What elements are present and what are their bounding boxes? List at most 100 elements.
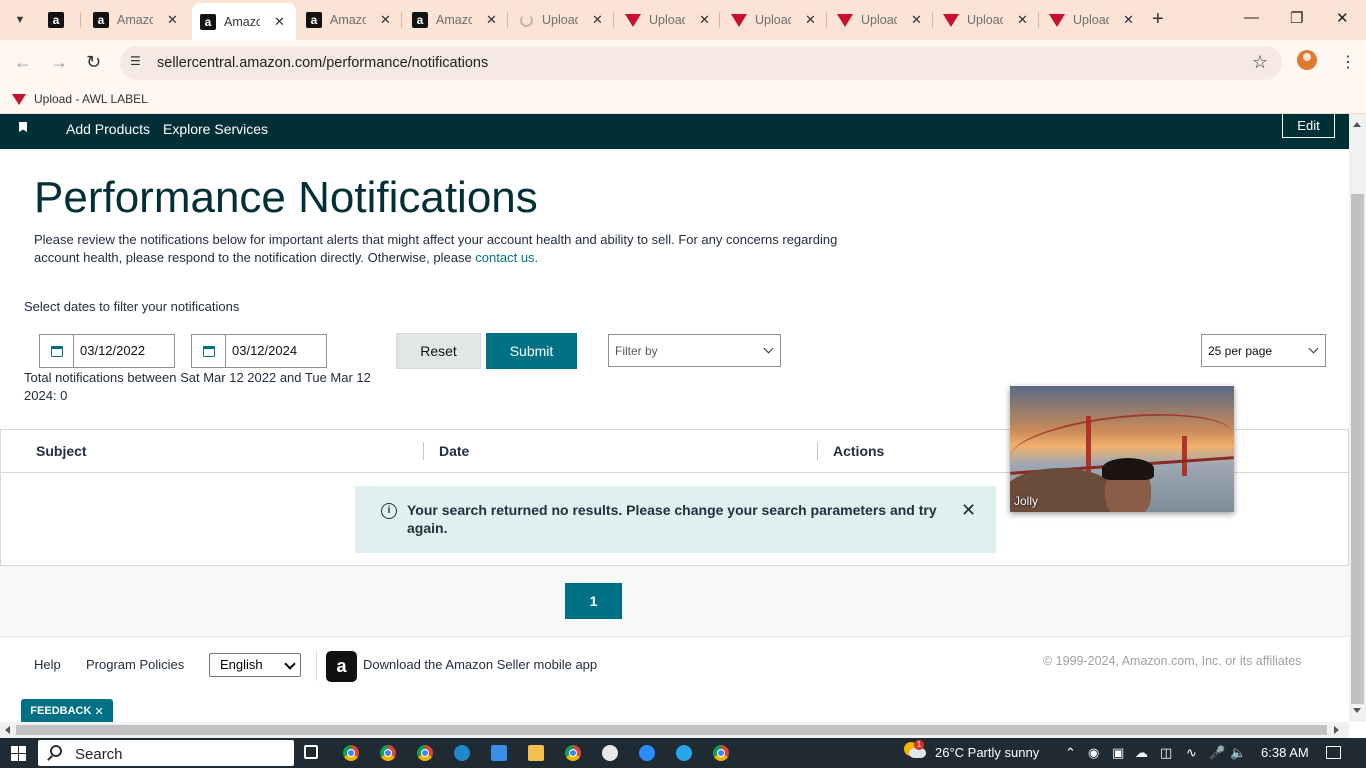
column-date[interactable]: Date [439,443,469,459]
end-date-field[interactable]: 03/12/2024 [191,334,327,368]
start-date-value[interactable]: 03/12/2022 [74,335,145,367]
bookmark-star-icon[interactable]: ☆ [1252,52,1268,73]
restore-icon[interactable]: ❐ [1290,9,1303,27]
back-arrow-icon[interactable]: ← [14,52,32,73]
reset-button[interactable]: Reset [396,333,481,369]
chrome-icon[interactable] [333,738,369,768]
forward-arrow-icon[interactable]: → [50,52,68,73]
url-omnibox[interactable]: ☰ sellercentral.amazon.com/performance/n… [120,46,1282,80]
wifi-icon[interactable]: ∿ [1186,745,1197,761]
new-tab-plus-icon[interactable]: + [1152,8,1164,31]
amazon-app-icon[interactable]: a [326,651,357,682]
chrome-icon[interactable] [417,745,433,761]
store-icon[interactable] [491,745,507,761]
nav-explore-services[interactable]: Explore Services [163,121,268,137]
meet-now-icon[interactable]: ▣ [1112,745,1124,761]
scroll-right-arrow-icon[interactable] [1334,726,1339,734]
start-date-field[interactable]: 03/12/2022 [39,334,175,368]
scrollbar-thumb[interactable] [16,725,1327,735]
download-app-link[interactable]: Download the Amazon Seller mobile app [363,657,597,672]
tray-app-icon[interactable]: ◫ [1160,745,1172,761]
slack-icon[interactable] [602,745,618,761]
onedrive-cloud-icon[interactable]: ☁ [1135,745,1148,761]
tab-1[interactable]: a Amazon ✕ [85,6,178,34]
tab-7[interactable]: Upload ✕ [723,6,816,34]
close-tab-icon[interactable]: ✕ [699,12,710,28]
filter-by-dropdown[interactable]: Filter by [608,334,781,367]
close-tab-icon[interactable]: ✕ [911,12,922,28]
intro-body: Please review the notifications below fo… [34,232,838,265]
nav-add-products[interactable]: Add Products [66,121,150,137]
microphone-icon[interactable]: 🎤 [1209,745,1225,761]
feedback-button[interactable]: FEEDBACK ✕ [21,699,113,723]
reload-icon[interactable]: ↻ [86,52,101,73]
footer-help-link[interactable]: Help [34,657,61,672]
dismiss-alert-close-icon[interactable]: ✕ [961,500,976,521]
scroll-left-arrow-icon[interactable] [5,726,10,734]
edit-nav-button[interactable]: Edit [1282,114,1335,138]
close-feedback-icon[interactable]: ✕ [94,705,103,718]
weather-icon[interactable]: 1 [904,740,926,762]
submit-button[interactable]: Submit [486,333,577,369]
tab-search-chevron-icon[interactable]: ▼ [8,8,32,32]
close-tab-icon[interactable]: ✕ [1123,12,1134,28]
taskbar-search-box[interactable]: Search [38,740,294,766]
bookmark-upload-awl-label[interactable]: Upload - AWL LABEL [12,92,148,106]
record-icon[interactable]: ◉ [1088,745,1099,761]
tab-6[interactable]: Upload ✕ [617,6,710,34]
tab-0[interactable]: a [40,6,64,34]
volume-icon[interactable]: 🔈 [1230,745,1246,761]
tab-8[interactable]: Upload ✕ [829,6,922,34]
tab-2-active[interactable]: a Amazon ✕ [192,3,296,40]
windows-start-icon[interactable] [11,746,26,761]
close-tab-icon[interactable]: ✕ [167,12,178,28]
bookmark-nav-icon[interactable] [19,122,27,132]
close-window-icon[interactable]: ✕ [1336,9,1349,27]
footer-program-policies-link[interactable]: Program Policies [86,657,184,672]
close-tab-icon[interactable]: ✕ [592,12,603,28]
show-hidden-icons-chevron-icon[interactable]: ⌃ [1065,745,1076,761]
file-explorer-icon[interactable] [528,745,544,761]
weather-text[interactable]: 26°C Partly sunny [935,745,1039,760]
video-call-overlay[interactable]: Jolly [1010,386,1234,512]
column-subject[interactable]: Subject [36,443,87,459]
site-settings-icon[interactable]: ☰ [130,54,146,70]
browser-menu-icon[interactable]: ⋮ [1340,52,1356,72]
chrome-icon[interactable] [380,745,396,761]
calendar-icon[interactable] [192,335,226,367]
zoom-icon[interactable] [639,745,655,761]
tab-5[interactable]: Upload ✕ [510,6,603,34]
vertical-scrollbar[interactable] [1349,114,1366,722]
notifications-icon[interactable] [1326,746,1341,759]
calendar-icon[interactable] [40,335,74,367]
url-text[interactable]: sellercentral.amazon.com/performance/not… [157,55,488,71]
tab-10[interactable]: Upload ✕ [1041,6,1134,34]
clock-time[interactable]: 6:38 AM [1261,745,1309,760]
chrome-icon[interactable] [565,745,581,761]
horizontal-scrollbar[interactable] [0,722,1349,738]
profile-avatar-icon[interactable] [1297,50,1317,70]
scrollbar-thumb[interactable] [1351,194,1364,704]
chrome-icon[interactable] [713,745,729,761]
telegram-icon[interactable] [676,745,692,761]
task-view-icon[interactable] [304,745,318,759]
close-tab-icon[interactable]: ✕ [805,12,816,28]
close-tab-icon[interactable]: ✕ [274,14,285,30]
page-1-button[interactable]: 1 [565,583,622,619]
tab-9[interactable]: Upload ✕ [935,6,1028,34]
close-tab-icon[interactable]: ✕ [1017,12,1028,28]
tab-4[interactable]: a Amazon ✕ [404,6,497,34]
end-date-value[interactable]: 03/12/2024 [226,335,297,367]
close-tab-icon[interactable]: ✕ [486,12,497,28]
language-select[interactable]: English [209,653,301,677]
per-page-dropdown[interactable]: 25 per page [1201,334,1326,367]
tab-title: Amazon [436,13,472,27]
minimize-icon[interactable]: — [1244,9,1259,26]
edge-icon[interactable] [454,745,470,761]
close-tab-icon[interactable]: ✕ [380,12,391,28]
tab-3[interactable]: a Amazon ✕ [298,6,391,34]
contact-us-link[interactable]: contact us. [475,250,538,265]
scroll-up-arrow-icon[interactable] [1353,122,1361,127]
scroll-down-arrow-icon[interactable] [1353,708,1361,713]
awl-label-icon [1049,12,1065,28]
